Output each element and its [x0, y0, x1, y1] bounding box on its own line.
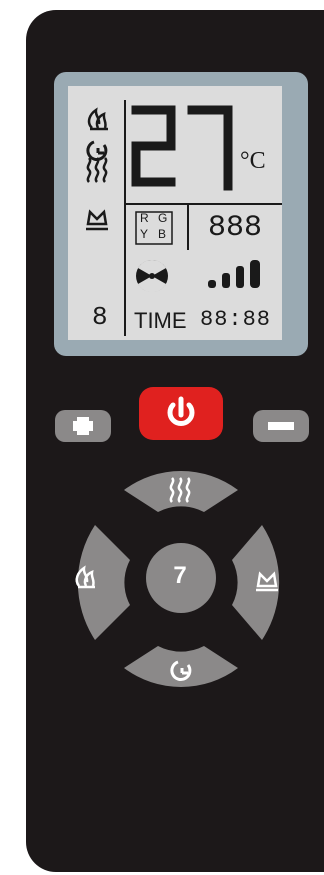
minus-button[interactable]	[253, 410, 309, 442]
crown-icon	[86, 209, 108, 231]
minus-icon	[268, 422, 294, 430]
time-label: TIME	[134, 308, 187, 333]
flame-icon	[87, 107, 108, 131]
mode-digit: 8	[92, 302, 108, 332]
power-button[interactable]	[139, 387, 223, 440]
signal-bars-icon	[208, 260, 260, 288]
counter-display: 888	[208, 211, 263, 245]
rgb-b: B	[158, 227, 167, 241]
plus-icon	[73, 417, 93, 435]
plus-button[interactable]	[55, 410, 111, 442]
rgb-y: Y	[140, 227, 149, 241]
temperature-digits	[131, 105, 233, 191]
timer-icon	[86, 140, 108, 161]
time-value: 88:88	[200, 307, 272, 332]
temperature-unit: °C	[240, 148, 266, 174]
rgb-g: G	[158, 211, 168, 225]
center-button-label: 7	[173, 562, 187, 589]
fan-icon	[136, 259, 168, 293]
power-icon	[167, 396, 195, 426]
rgb-r: R	[140, 211, 149, 225]
heat-wave-icon	[86, 157, 108, 183]
lcd-screen: °C R G Y B 888 8 TIME 88:88	[68, 86, 282, 340]
